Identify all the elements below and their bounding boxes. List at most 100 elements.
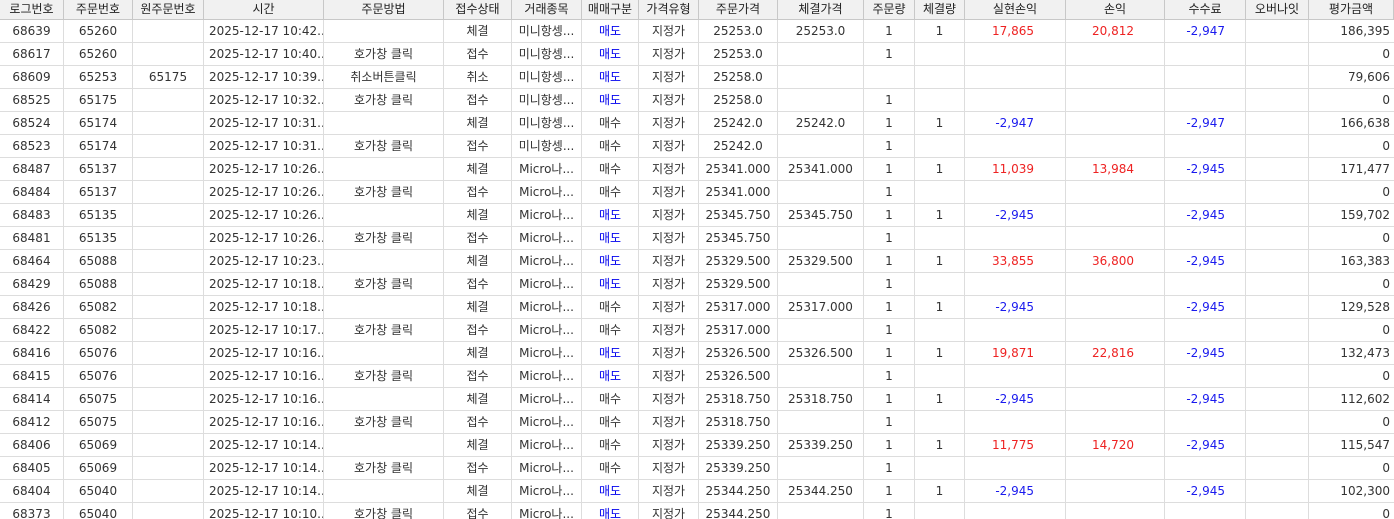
cell-status: 접수 — [444, 135, 512, 157]
table-row[interactable]: 68524 65174 2025-12-17 10:31... 체결 미니항셍... 매수… — [0, 112, 1394, 135]
cell-fill-price: 25318.750 — [778, 388, 864, 410]
cell-eval-amount: 0 — [1382, 323, 1390, 337]
column-header-price-type[interactable]: 가격유형 — [639, 0, 699, 19]
order-log-grid: 로그번호 주문번호 원주문번호 시간 주문방법 접수상태 거래종목 매매구분 가… — [0, 0, 1394, 519]
column-header-original-order-no[interactable]: 원주문번호 — [133, 0, 204, 19]
table-row[interactable]: 68404 65040 2025-12-17 10:14... 체결 Micro나...… — [0, 480, 1394, 503]
cell-fill-qty — [915, 66, 965, 88]
cell-order-qty: 1 — [864, 365, 915, 387]
table-row[interactable]: 68525 65175 2025-12-17 10:32... 호가창 클릭 접수 미니항… — [0, 89, 1394, 112]
table-row[interactable]: 68464 65088 2025-12-17 10:23... 체결 Micro나...… — [0, 250, 1394, 273]
cell-original-order-no — [133, 227, 204, 249]
table-row[interactable]: 68416 65076 2025-12-17 10:16... 체결 Micro나...… — [0, 342, 1394, 365]
table-row[interactable]: 68617 65260 2025-12-17 10:40... 호가창 클릭 접수 미니항… — [0, 43, 1394, 66]
cell-order-no: 65135 — [64, 227, 133, 249]
cell-order-no: 65076 — [64, 365, 133, 387]
cell-order-qty: 1 — [864, 43, 915, 65]
table-row[interactable]: 68609 65253 65175 2025-12-17 10:39... 취소버튼클릭… — [0, 66, 1394, 89]
cell-fee: -2,945 — [1165, 480, 1246, 502]
cell-status: 체결 — [444, 204, 512, 226]
cell-symbol: 미니항셍... — [512, 20, 582, 42]
cell-order-no: 65260 — [64, 43, 133, 65]
cell-order-qty: 1 — [864, 89, 915, 111]
table-row[interactable]: 68412 65075 2025-12-17 10:16... 호가창 클릭 접수 Mic… — [0, 411, 1394, 434]
column-header-overnight[interactable]: 오버나잇 — [1246, 0, 1309, 19]
cell-price-type: 지정가 — [639, 503, 699, 519]
cell-eval-amount: 0 — [1382, 93, 1390, 107]
cell-log-no: 68483 — [0, 204, 64, 226]
column-header-side[interactable]: 매매구분 — [582, 0, 639, 19]
cell-price-type: 지정가 — [639, 181, 699, 203]
table-row[interactable]: 68429 65088 2025-12-17 10:18... 호가창 클릭 접수 Mic… — [0, 273, 1394, 296]
cell-fill-price: 25339.250 — [778, 434, 864, 456]
cell-fill-qty — [915, 43, 965, 65]
cell-order-qty: 1 — [864, 480, 915, 502]
table-row[interactable]: 68481 65135 2025-12-17 10:26... 호가창 클릭 접수 Mic… — [0, 227, 1394, 250]
column-header-eval-amount[interactable]: 평가금액 — [1309, 0, 1394, 19]
cell-fee — [1165, 457, 1246, 479]
cell-side: 매수 — [582, 158, 639, 180]
cell-order-method: 호가창 클릭 — [324, 365, 444, 387]
cell-status: 접수 — [444, 365, 512, 387]
cell-time: 2025-12-17 10:26... — [204, 204, 324, 226]
cell-order-price: 25258.0 — [699, 89, 778, 111]
cell-price-type: 지정가 — [639, 411, 699, 433]
column-header-fill-qty[interactable]: 체결량 — [915, 0, 965, 19]
table-row[interactable]: 68405 65069 2025-12-17 10:14... 호가창 클릭 접수 Mic… — [0, 457, 1394, 480]
cell-overnight — [1246, 227, 1309, 249]
cell-order-method: 호가창 클릭 — [324, 273, 444, 295]
cell-time: 2025-12-17 10:32... — [204, 89, 324, 111]
table-row[interactable]: 68484 65137 2025-12-17 10:26... 호가창 클릭 접수 Mic… — [0, 181, 1394, 204]
table-row[interactable]: 68483 65135 2025-12-17 10:26... 체결 Micro나...… — [0, 204, 1394, 227]
cell-order-method: 호가창 클릭 — [324, 227, 444, 249]
cell-order-method — [324, 480, 444, 502]
cell-order-no: 65174 — [64, 112, 133, 134]
column-header-time[interactable]: 시간 — [204, 0, 324, 19]
cell-symbol: 미니항셍... — [512, 43, 582, 65]
table-row[interactable]: 68415 65076 2025-12-17 10:16... 호가창 클릭 접수 Mic… — [0, 365, 1394, 388]
cell-realized-pnl — [965, 319, 1066, 341]
column-header-log-no[interactable]: 로그번호 — [0, 0, 64, 19]
cell-original-order-no — [133, 204, 204, 226]
table-row[interactable]: 68414 65075 2025-12-17 10:16... 체결 Micro나...… — [0, 388, 1394, 411]
cell-order-method: 호가창 클릭 — [324, 411, 444, 433]
table-row[interactable]: 68523 65174 2025-12-17 10:31... 호가창 클릭 접수 미니항… — [0, 135, 1394, 158]
column-header-order-price[interactable]: 주문가격 — [699, 0, 778, 19]
column-header-fee[interactable]: 수수료 — [1165, 0, 1246, 19]
cell-pnl: 13,984 — [1066, 158, 1165, 180]
cell-fill-qty — [915, 411, 965, 433]
cell-fee — [1165, 66, 1246, 88]
cell-time: 2025-12-17 10:18... — [204, 273, 324, 295]
cell-original-order-no — [133, 20, 204, 42]
table-row[interactable]: 68406 65069 2025-12-17 10:14... 체결 Micro나...… — [0, 434, 1394, 457]
cell-fill-price: 25317.000 — [778, 296, 864, 318]
cell-fill-qty: 1 — [915, 250, 965, 272]
column-header-pnl[interactable]: 손익 — [1066, 0, 1165, 19]
column-header-order-no[interactable]: 주문번호 — [64, 0, 133, 19]
column-header-fill-price[interactable]: 체결가격 — [778, 0, 864, 19]
cell-order-no: 65137 — [64, 181, 133, 203]
cell-order-no: 65175 — [64, 89, 133, 111]
cell-order-qty: 1 — [864, 503, 915, 519]
cell-status: 체결 — [444, 20, 512, 42]
cell-symbol: Micro나... — [512, 411, 582, 433]
cell-log-no: 68426 — [0, 296, 64, 318]
table-row[interactable]: 68373 65040 2025-12-17 10:10... 호가창 클릭 접수 Mic… — [0, 503, 1394, 519]
cell-status: 접수 — [444, 43, 512, 65]
cell-order-no: 65075 — [64, 388, 133, 410]
table-row[interactable]: 68639 65260 2025-12-17 10:42... 체결 미니항셍... 매도… — [0, 20, 1394, 43]
cell-order-qty: 1 — [864, 250, 915, 272]
column-header-order-qty[interactable]: 주문량 — [864, 0, 915, 19]
column-header-realized-pnl[interactable]: 실현손익 — [965, 0, 1066, 19]
cell-overnight — [1246, 503, 1309, 519]
column-header-symbol[interactable]: 거래종목 — [512, 0, 582, 19]
cell-log-no: 68415 — [0, 365, 64, 387]
table-row[interactable]: 68422 65082 2025-12-17 10:17... 호가창 클릭 접수 Mic… — [0, 319, 1394, 342]
table-row[interactable]: 68487 65137 2025-12-17 10:26... 체결 Micro나...… — [0, 158, 1394, 181]
table-row[interactable]: 68426 65082 2025-12-17 10:18... 체결 Micro나...… — [0, 296, 1394, 319]
cell-fee: -2,945 — [1165, 204, 1246, 226]
column-header-status[interactable]: 접수상태 — [444, 0, 512, 19]
column-header-order-method[interactable]: 주문방법 — [324, 0, 444, 19]
cell-realized-pnl: -2,945 — [965, 204, 1066, 226]
cell-original-order-no — [133, 43, 204, 65]
